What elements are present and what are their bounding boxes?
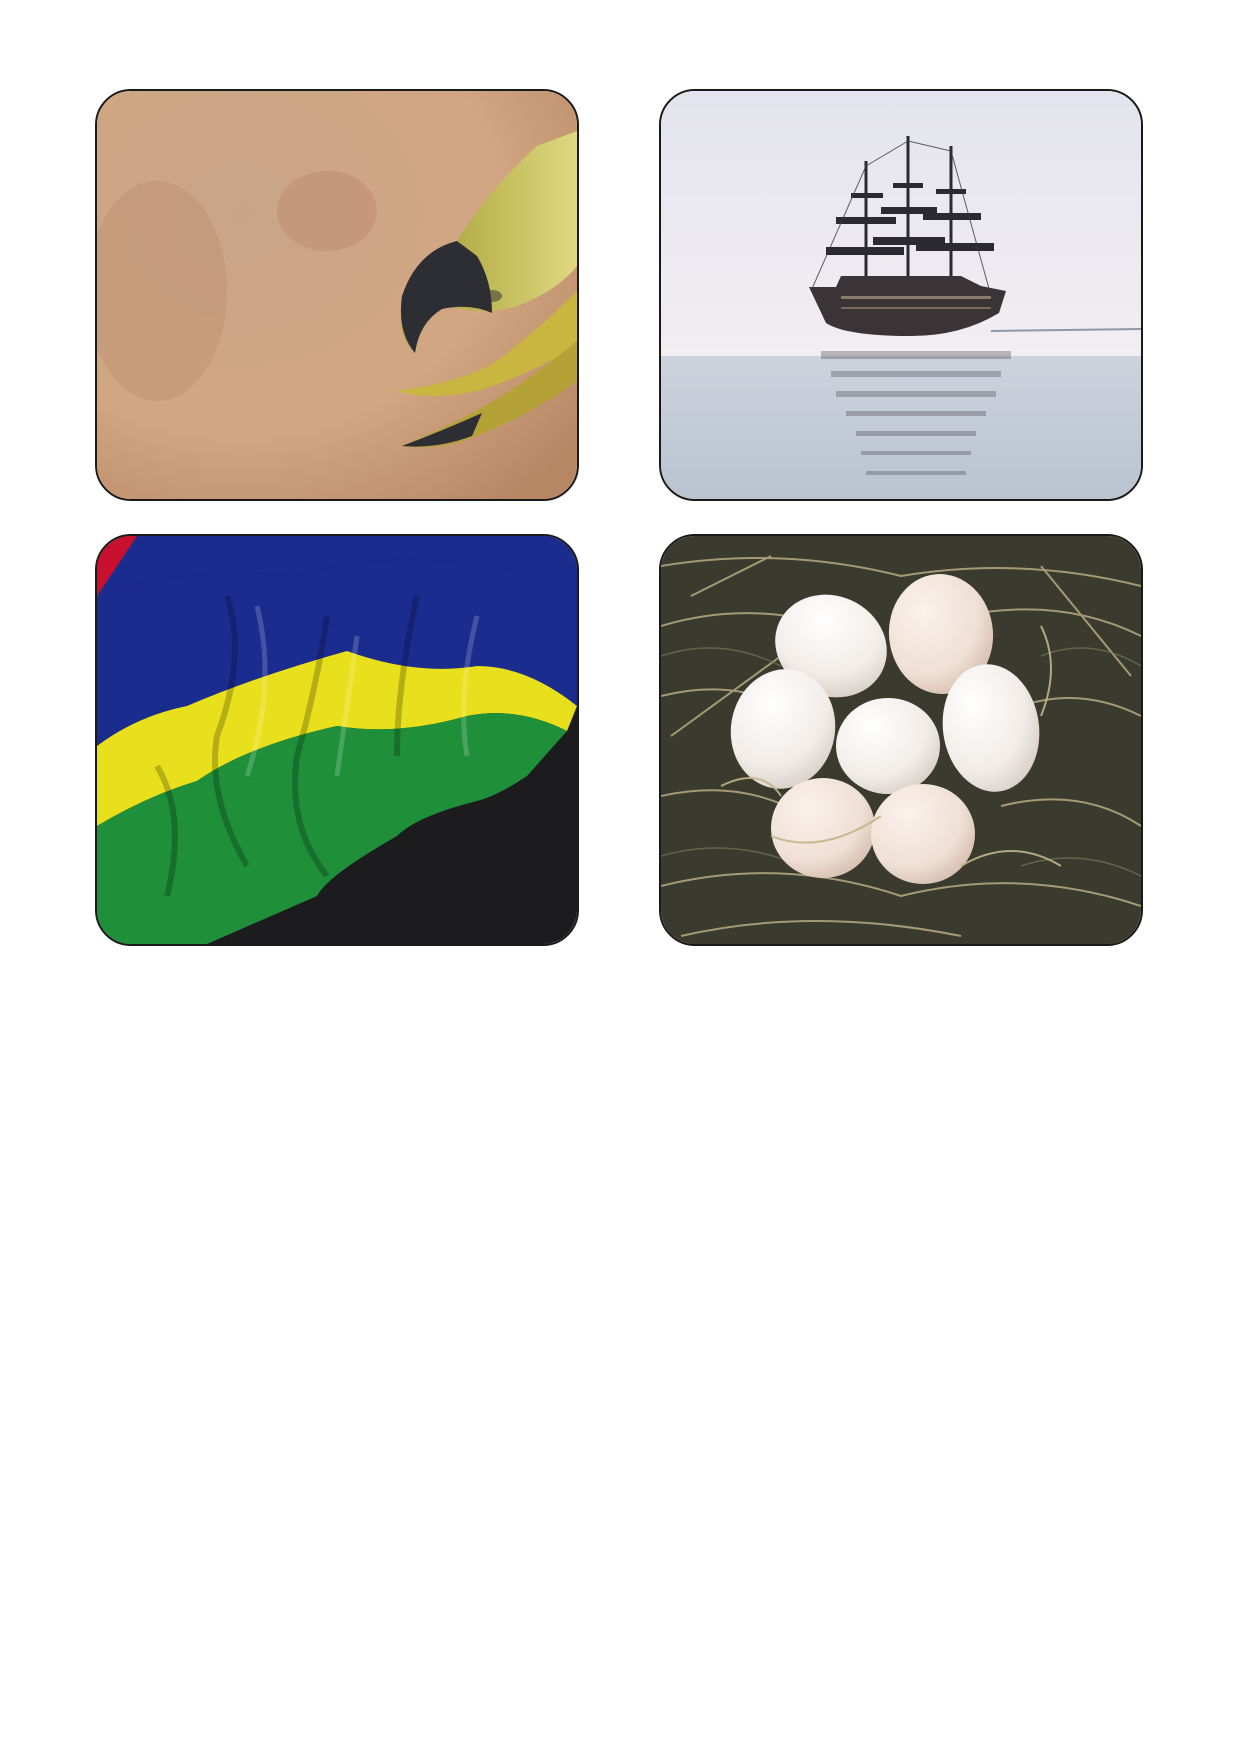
eggs-in-nest-card <box>659 534 1143 946</box>
dodo-beak-card <box>95 89 579 501</box>
sailing-ship-card <box>659 89 1143 501</box>
mauritius-flag-image <box>97 536 577 944</box>
mauritius-flag-card <box>95 534 579 946</box>
worksheet-page <box>0 0 1240 1754</box>
sailing-ship-image <box>661 91 1141 499</box>
dodo-beak-image <box>97 91 577 499</box>
eggs-in-nest-image <box>661 536 1141 944</box>
